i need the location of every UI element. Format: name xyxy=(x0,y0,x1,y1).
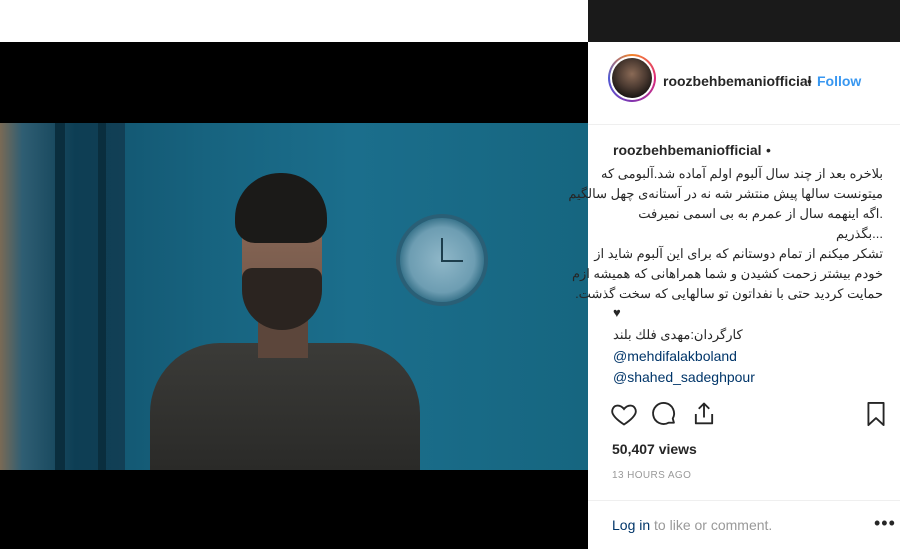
login-link[interactable]: Log in xyxy=(612,517,650,533)
director-credit: کارگردان:مهدی فلك بلند xyxy=(613,327,743,342)
caption-line: بلاخره بعد از چند سال آلبوم اولم آماده ش… xyxy=(601,166,883,181)
comment-bubble-icon[interactable] xyxy=(650,400,678,430)
caption-line: خودم بیشتر زحمت کشیدن و شما همراهانی که … xyxy=(571,266,883,281)
heart-emoji: ♥ xyxy=(613,305,621,320)
video-frame[interactable] xyxy=(0,123,588,470)
avatar[interactable] xyxy=(608,54,656,102)
action-bar xyxy=(610,400,890,436)
profile-photo xyxy=(612,58,652,98)
caption-line: میتونست سالها پیش منتشر شه نه در آستانه‌… xyxy=(568,186,883,201)
post-timestamp[interactable]: 13 HOURS AGO xyxy=(612,470,691,481)
caption-line: ...بگذریم xyxy=(835,226,883,241)
caption-text: بلاخره بعد از چند سال آلبوم اولم آماده ش… xyxy=(568,164,883,304)
caption: roozbehbemaniofficial • بلاخره بعد از چن… xyxy=(568,142,883,388)
post-sidebar: roozbehbemaniofficial • Follow roozbehbe… xyxy=(568,42,900,550)
post-username[interactable]: roozbehbemaniofficial xyxy=(663,73,812,89)
caption-line: .اگه اینهمه سال از عمرم به بی اسمی نمیرف… xyxy=(638,206,883,221)
mention-link[interactable]: @mehdifalakboland xyxy=(613,346,883,367)
caption-line: تشکر میکنم از تمام دوستانم که برای این آ… xyxy=(594,246,883,261)
more-options-button[interactable]: ••• xyxy=(874,513,896,534)
bookmark-icon[interactable] xyxy=(862,400,890,430)
login-prompt: Log in to like or comment. xyxy=(612,517,772,533)
top-dark-bar xyxy=(588,0,900,42)
man-figure xyxy=(150,173,420,470)
follow-button[interactable]: Follow xyxy=(817,73,861,89)
letterbox-bottom xyxy=(0,470,588,549)
login-prompt-text: to like or comment. xyxy=(650,517,773,533)
share-upload-icon[interactable] xyxy=(690,400,718,430)
separator-dot: • xyxy=(807,73,812,89)
top-blank-area xyxy=(0,0,588,42)
caption-separator: • xyxy=(766,142,771,158)
caption-line: حمایت کردید حتی با نفداتون تو سالهایی که… xyxy=(575,286,883,301)
views-count[interactable]: 50,407 views xyxy=(612,441,697,457)
post-header: roozbehbemaniofficial • Follow xyxy=(588,42,900,125)
mention-link[interactable]: @shahed_sadeghpour xyxy=(613,367,883,388)
window-frame xyxy=(0,123,125,470)
video-player[interactable] xyxy=(0,42,588,549)
letterbox-top xyxy=(0,42,588,123)
comment-bar: Log in to like or comment. ••• xyxy=(588,500,900,550)
heart-outline-icon[interactable] xyxy=(610,400,638,430)
caption-username[interactable]: roozbehbemaniofficial xyxy=(613,142,762,158)
